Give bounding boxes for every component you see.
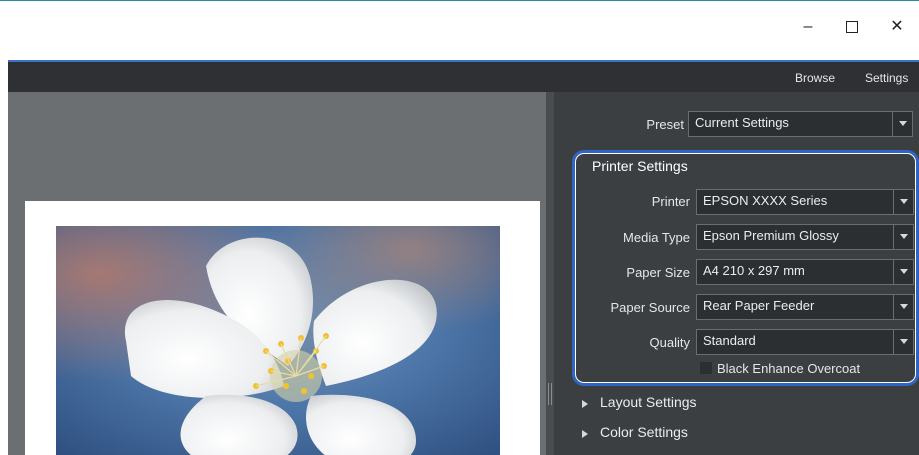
preset-label: Preset (646, 117, 684, 132)
minimize-button[interactable]: – (793, 17, 823, 37)
printer-settings-group: Printer Settings (572, 150, 919, 386)
menu-settings[interactable]: Settings (865, 71, 908, 85)
panel-splitter[interactable] (546, 92, 554, 455)
menu-browse[interactable]: Browse (795, 71, 835, 85)
preset-value: Current Settings (695, 115, 789, 130)
splitter-grip-icon[interactable] (548, 383, 552, 405)
flower-photo (56, 226, 500, 455)
layout-settings-header[interactable]: Layout Settings (600, 394, 697, 410)
preview-paper (25, 201, 540, 455)
triangle-right-icon (582, 400, 588, 408)
color-settings-header[interactable]: Color Settings (600, 424, 688, 440)
triangle-right-icon (582, 430, 588, 438)
printer-settings-title: Printer Settings (592, 158, 688, 174)
maximize-icon (846, 21, 858, 33)
maximize-button[interactable] (837, 17, 867, 37)
menubar: Browse Settings (8, 60, 919, 92)
close-button[interactable]: ✕ (882, 17, 912, 37)
preset-select[interactable]: Current Settings (688, 111, 913, 137)
window-titlebar: – ✕ (0, 0, 919, 60)
preview-photo (56, 226, 500, 455)
chevron-down-icon (892, 112, 912, 136)
